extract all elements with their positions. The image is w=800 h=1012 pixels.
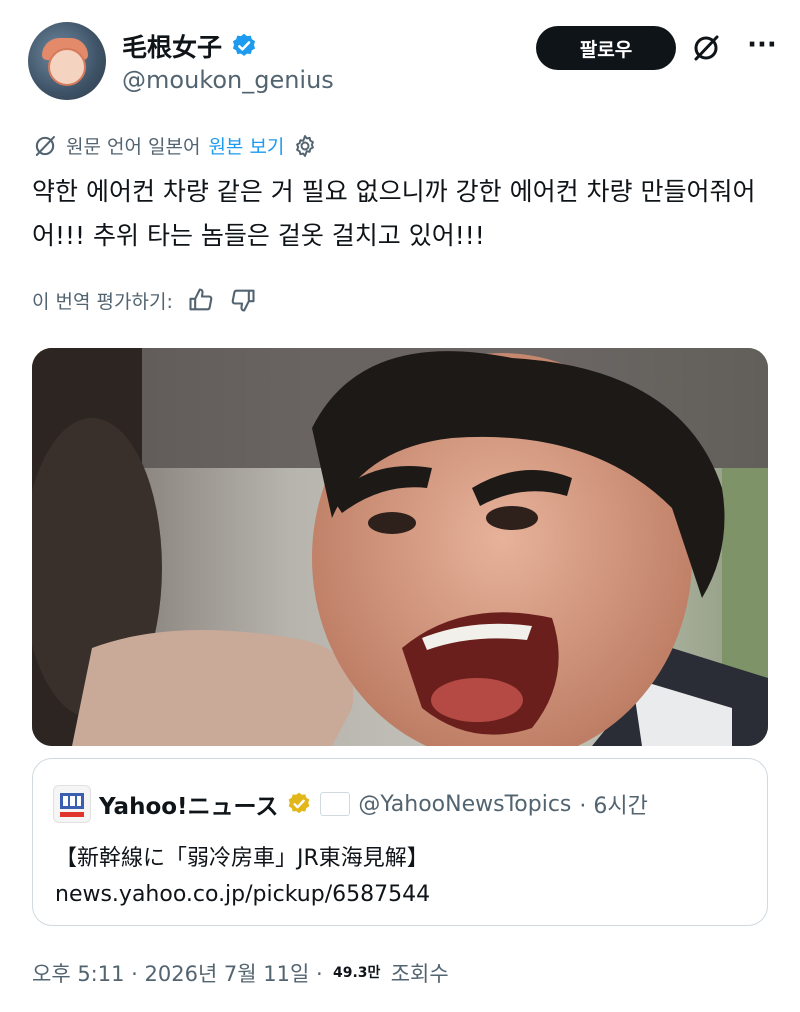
grok-icon[interactable] bbox=[690, 32, 722, 64]
yahoo-news-logo-icon bbox=[53, 785, 91, 823]
quoted-tweet[interactable]: Yahoo!ニュース @YahooNewsTopics · 6시간 【新幹線に「… bbox=[32, 758, 768, 926]
gold-verified-badge-icon bbox=[289, 792, 310, 814]
tweet-timestamp[interactable]: 오후 5:11 · 2026년 7월 11일 · bbox=[32, 958, 323, 988]
rate-translation-row: 이 번역 평가하기: bbox=[32, 286, 257, 314]
thumbs-up-icon[interactable] bbox=[187, 286, 215, 314]
quoted-tweet-header: Yahoo!ニュース @YahooNewsTopics · 6시간 bbox=[53, 785, 648, 823]
man-shouting-photo bbox=[32, 348, 768, 746]
views-label: 조회수 bbox=[390, 962, 449, 986]
tweet-meta: 오후 5:11 · 2026년 7월 11일 · 49.3만 조회수 bbox=[32, 958, 449, 988]
quoted-tweet-title: 【新幹線に「弱冷房車」JR東海見解】 bbox=[55, 846, 429, 871]
source-language-label: 원문 언어 일본어 bbox=[66, 136, 201, 158]
tweet-text: 약한 에어컨 차량 같은 거 필요 없으니까 강한 에어컨 차량 만들어줘어어!… bbox=[32, 177, 756, 250]
author-handle[interactable]: @moukon_genius bbox=[122, 66, 334, 94]
quoted-tweet-body: 【新幹線に「弱冷房車」JR東海見解】 news.yahoo.co.jp/pick… bbox=[55, 841, 430, 913]
quoted-author-name: Yahoo!ニュース bbox=[99, 794, 279, 820]
quoted-tweet-link[interactable]: news.yahoo.co.jp/pickup/6587544 bbox=[55, 877, 430, 913]
quoted-author-handle: @YahooNewsTopics bbox=[358, 791, 572, 817]
translation-row: 원문 언어 일본어 원본 보기 bbox=[32, 132, 318, 159]
rate-translation-label: 이 번역 평가하기: bbox=[32, 290, 173, 313]
quoted-tweet-time: · 6시간 bbox=[579, 794, 648, 819]
avatar[interactable] bbox=[28, 22, 106, 100]
follow-button[interactable]: 팔로우 bbox=[536, 26, 676, 70]
settings-gear-icon[interactable] bbox=[292, 133, 318, 159]
show-original-link[interactable]: 원본 보기 bbox=[208, 132, 284, 159]
thumbs-down-icon[interactable] bbox=[229, 286, 257, 314]
affiliate-badge-icon bbox=[320, 792, 351, 816]
views-count: 49.3만 bbox=[332, 965, 381, 981]
verified-badge-icon bbox=[232, 33, 256, 56]
tweet-image[interactable] bbox=[32, 348, 768, 746]
grok-translate-icon bbox=[35, 135, 55, 156]
tweet-header: 毛根女子 @moukon_genius 팔로우 ··· bbox=[28, 22, 780, 102]
avatar-face bbox=[48, 48, 86, 86]
name-row: 毛根女子 bbox=[122, 28, 258, 64]
more-options-icon[interactable]: ··· bbox=[744, 30, 780, 60]
display-name[interactable]: 毛根女子 bbox=[122, 28, 222, 64]
